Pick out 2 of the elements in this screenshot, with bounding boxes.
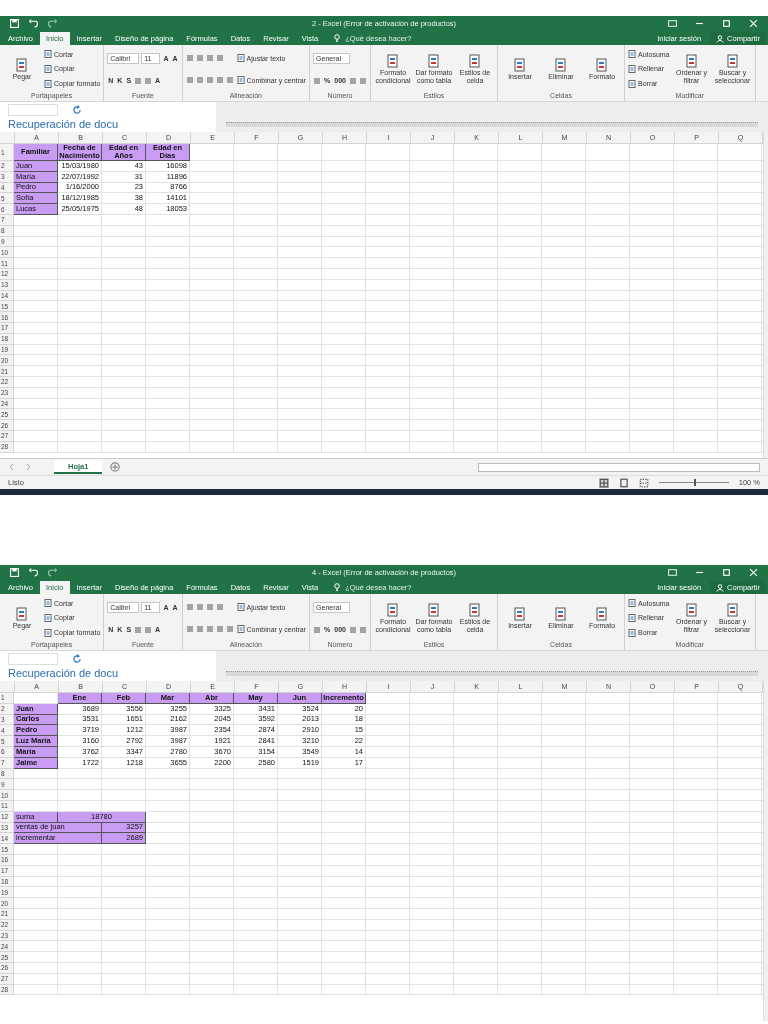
recovery-heading: Recuperación de docu (8, 667, 120, 679)
recovery-heading: Recuperación de docu (8, 118, 120, 130)
